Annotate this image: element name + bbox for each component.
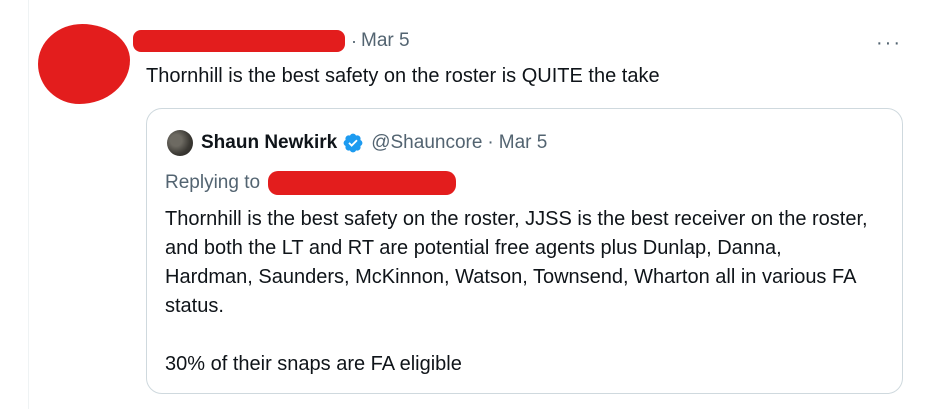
replying-to-label: Replying to [165,172,261,193]
quoted-tweet-date[interactable]: Mar 5 [499,132,548,154]
header-separator: · [351,30,357,51]
replying-to-line: Replying to [165,170,457,196]
tweet-header: · Mar 5 [133,27,410,55]
tweet-text: Thornhill is the best safety on the rost… [146,65,660,87]
quoted-tweet-text: Thornhill is the best safety on the rost… [165,208,868,375]
quoted-author-avatar[interactable] [167,130,193,156]
tweet-date[interactable]: Mar 5 [361,30,410,52]
redacted-avatar[interactable] [38,24,130,104]
verified-badge-icon [343,133,363,153]
redacted-reply-handle[interactable] [268,171,457,195]
quoted-header-separator: · [487,132,494,153]
quoted-tweet-header: Shaun Newkirk @Shauncore · Mar 5 [167,129,547,157]
quoted-author-handle[interactable]: @Shauncore [371,132,482,154]
quoted-author-name[interactable]: Shaun Newkirk [201,132,337,154]
redacted-author-name[interactable] [133,30,345,52]
timeline-divider [28,0,29,409]
quoted-tweet-card[interactable]: Shaun Newkirk @Shauncore · Mar 5 Replyin… [146,108,903,394]
more-options-icon[interactable]: ··· [876,33,902,53]
